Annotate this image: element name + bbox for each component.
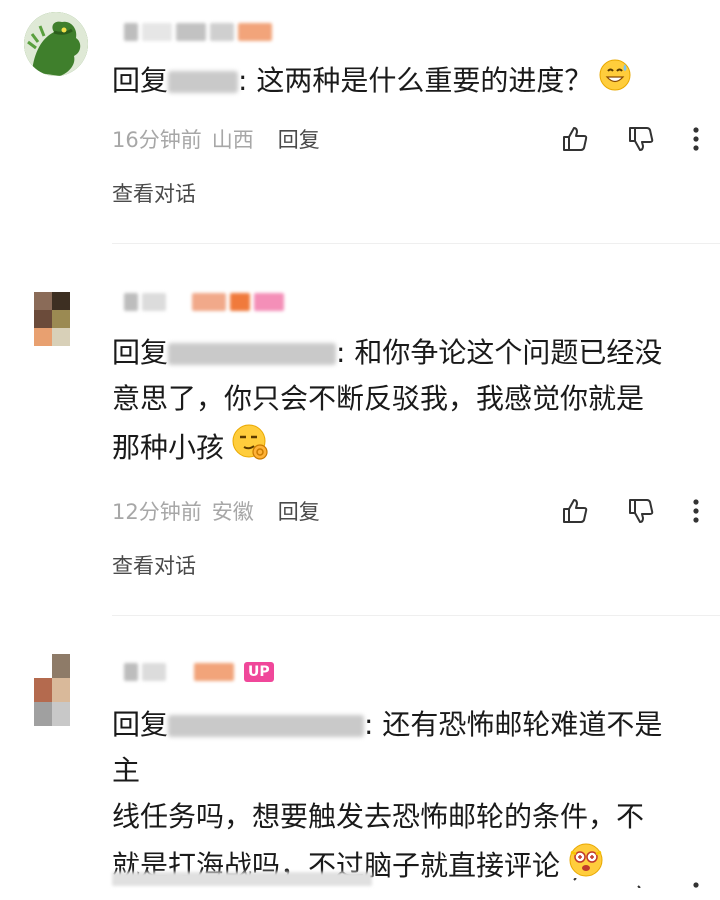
region: 安徽 — [211, 500, 254, 524]
avatar[interactable] — [24, 12, 88, 76]
dragon-avatar-icon — [24, 12, 88, 76]
username-masked[interactable] — [124, 20, 272, 44]
more-options-icon[interactable] — [692, 124, 700, 154]
comment-text: 回复: 和你争论这个问题已经没 意思了，你只会不断反驳我，我感觉你就是 那种小孩 — [112, 330, 688, 476]
more-options-icon[interactable] — [692, 878, 700, 888]
comment-text: 回复: 这两种是什么重要的进度？ — [112, 58, 688, 106]
thumbs-down-icon[interactable] — [626, 124, 656, 154]
thumbs-down-icon[interactable] — [626, 878, 656, 888]
timestamp: 16分钟前 — [112, 128, 202, 152]
username-masked[interactable]: UP — [124, 660, 274, 684]
divider — [112, 243, 720, 244]
comment-actions — [560, 122, 700, 156]
grinning-sweat-emoji-icon — [598, 58, 632, 106]
thumbs-down-icon[interactable] — [626, 496, 656, 526]
comment-meta: 16分钟前 山西 回复 — [112, 122, 320, 156]
avatar[interactable] — [34, 292, 88, 346]
comment-meta: 12分钟前 安徽 回复 — [112, 494, 320, 528]
comment-meta-partial — [112, 862, 372, 896]
region: 山西 — [211, 128, 254, 152]
more-options-icon[interactable] — [692, 496, 700, 526]
username-masked[interactable] — [124, 290, 284, 314]
divider — [112, 615, 720, 616]
thumbs-up-icon[interactable] — [560, 496, 590, 526]
view-conversation-link[interactable]: 查看对话 — [112, 178, 196, 208]
avatar[interactable] — [34, 654, 88, 726]
comment-actions — [560, 494, 700, 528]
comment-actions-partial — [560, 866, 700, 900]
reply-button[interactable]: 回复 — [278, 496, 320, 526]
up-badge: UP — [244, 662, 274, 682]
timestamp: 12分钟前 — [112, 500, 202, 524]
smirk-ok-hand-emoji-icon — [230, 422, 270, 476]
thumbs-up-icon[interactable] — [560, 124, 590, 154]
view-conversation-link[interactable]: 查看对话 — [112, 550, 196, 580]
reply-button[interactable]: 回复 — [278, 124, 320, 154]
thumbs-up-icon[interactable] — [560, 878, 590, 888]
